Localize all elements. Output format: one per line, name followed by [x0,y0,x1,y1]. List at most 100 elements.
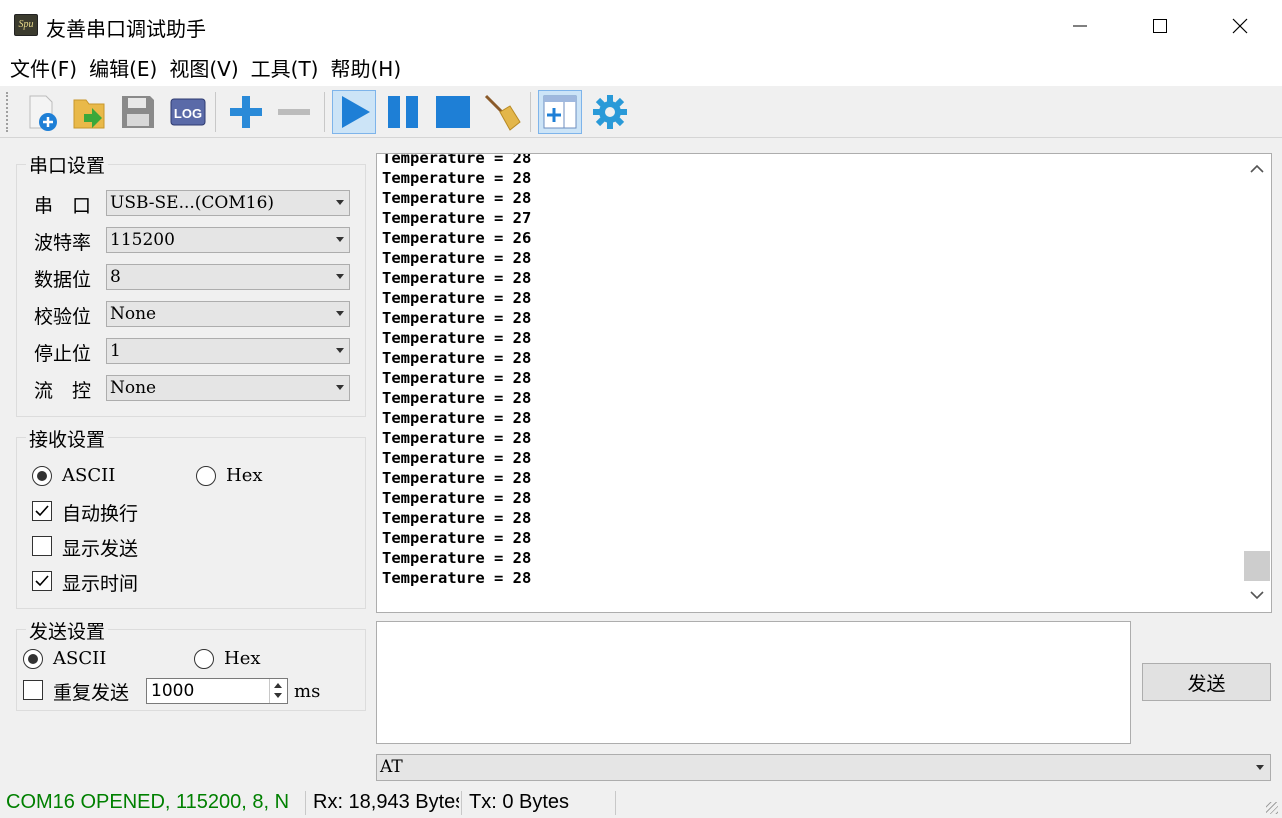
status-rx: Rx: 18,943 Bytes [313,791,459,813]
add-icon [230,96,262,128]
chevron-down-icon [336,237,344,242]
show-time-label: 显示时间 [62,573,139,595]
pause-icon [388,96,418,128]
interval-spinbox[interactable]: 1000 [146,678,288,704]
receive-line: Temperature = 26 [382,229,532,247]
menu-help[interactable]: 帮助(H) [324,52,407,86]
minimize-button[interactable] [1040,0,1120,52]
status-bar: COM16 OPENED, 115200, 8, N Rx: 18,943 By… [0,787,1282,818]
parity-select[interactable]: None [106,301,350,327]
remove-button[interactable] [272,90,316,134]
data-bits-select[interactable]: 8 [106,264,350,290]
remove-icon [278,109,310,115]
toolbar-separator [530,92,531,132]
receive-line: Temperature = 28 [382,349,532,367]
close-icon [1232,18,1248,34]
auto-wrap-checkbox[interactable] [32,501,52,521]
receive-line: Temperature = 28 [382,429,532,447]
toolbar: LOG [0,86,1282,138]
receive-line: Temperature = 28 [382,449,532,467]
stop-bits-select[interactable]: 1 [106,338,350,364]
menu-tools[interactable]: 工具(T) [245,52,325,86]
spin-up-icon[interactable] [274,683,282,688]
save-button[interactable] [116,90,160,134]
add-button[interactable] [224,90,268,134]
stop-bits-value: 1 [110,341,121,361]
new-button[interactable] [20,90,64,134]
clear-button[interactable] [480,90,524,134]
menu-edit[interactable]: 编辑(E) [83,52,163,86]
status-separator [305,791,306,815]
settings-button[interactable] [588,90,632,134]
command-select[interactable]: AT [376,754,1271,781]
show-send-checkbox[interactable] [32,536,52,556]
chevron-down-icon [336,274,344,279]
repeat-send-checkbox[interactable] [23,680,43,700]
baud-value: 115200 [110,230,175,250]
receive-line: Temperature = 28 [382,469,532,487]
send-ascii-radio[interactable] [23,649,43,669]
receive-ascii-radio[interactable] [32,466,52,486]
interval-value: 1000 [151,681,195,701]
show-send-label: 显示发送 [62,538,139,560]
maximize-button[interactable] [1120,0,1200,52]
log-icon: LOG [170,98,206,126]
title-bar: Spu 友善串口调试助手 [0,0,1282,52]
send-button[interactable]: 发送 [1142,663,1271,701]
show-time-checkbox[interactable] [32,571,52,591]
receive-hex-radio[interactable] [196,466,216,486]
send-input[interactable] [376,621,1131,744]
receive-line: Temperature = 28 [382,309,532,327]
receive-output[interactable]: Temperature = 28 Temperature = 28 Temperat… [376,153,1272,613]
receive-line: Temperature = 28 [382,409,532,427]
receive-line: Temperature = 28 [382,389,532,407]
spin-down-icon[interactable] [274,693,282,698]
log-button[interactable]: LOG [166,90,210,134]
receive-line: Temperature = 28 [382,169,532,187]
port-select[interactable]: USB-SE...(COM16) [106,190,350,216]
status-separator [615,791,616,815]
receive-line: Temperature = 28 [382,369,532,387]
maximize-icon [1153,19,1167,33]
new-file-icon [29,95,57,131]
scroll-up-icon[interactable] [1250,164,1264,174]
status-separator [461,791,462,815]
receive-settings-title: 接收设置 [26,425,109,452]
pause-button[interactable] [382,90,426,134]
toolbar-separator [215,92,216,132]
flow-control-select[interactable]: None [106,375,350,401]
receive-line: Temperature = 28 [382,529,532,547]
receive-hex-label: Hex [226,465,263,486]
scroll-down-icon[interactable] [1250,590,1264,600]
window-add-icon [543,95,577,129]
status-tx: Tx: 0 Bytes [469,791,570,813]
gear-icon [593,95,627,129]
receive-ascii-label: ASCII [62,465,116,486]
receive-line: Temperature = 28 [382,269,532,287]
receive-line: Temperature = 27 [382,209,532,227]
stop-button[interactable] [430,90,474,134]
receive-line: Temperature = 28 [382,329,532,347]
open-button[interactable] [68,90,112,134]
parity-value: None [110,304,157,324]
chevron-down-icon [1256,765,1264,770]
receive-line: Temperature = 28 [382,249,532,267]
menu-view[interactable]: 视图(V) [163,52,244,86]
play-button[interactable] [332,90,376,134]
parity-label: 校验位 [34,306,92,328]
resize-grip[interactable] [1266,802,1278,814]
send-hex-radio[interactable] [194,649,214,669]
chevron-down-icon [336,385,344,390]
menu-bar: 文件(F) 编辑(E) 视图(V) 工具(T) 帮助(H) [0,52,1282,86]
scrollbar-thumb[interactable] [1244,551,1270,581]
toolbar-grip[interactable] [6,92,10,132]
data-bits-value: 8 [110,267,121,287]
close-button[interactable] [1200,0,1280,52]
spin-buttons[interactable] [269,679,287,703]
baud-select[interactable]: 115200 [106,227,350,253]
open-folder-icon [73,99,105,129]
port-value: USB-SE...(COM16) [110,193,275,213]
menu-file[interactable]: 文件(F) [4,52,83,86]
vertical-scrollbar[interactable] [1243,154,1271,612]
window-add-button[interactable] [538,90,582,134]
